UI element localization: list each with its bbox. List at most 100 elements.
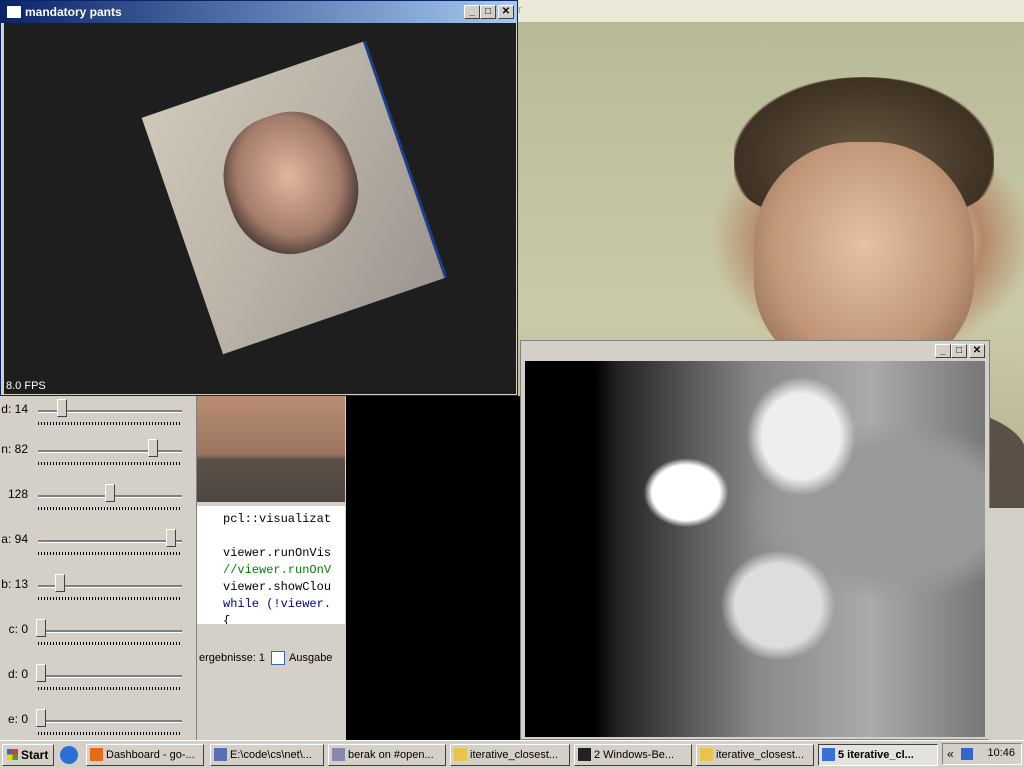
trackbar-ticks: [38, 642, 182, 645]
taskbar-task[interactable]: iterative_closest...: [450, 744, 570, 766]
trackbar-track[interactable]: [38, 450, 182, 453]
trackbar-ticks: [38, 507, 182, 510]
trackbar-ticks: [38, 552, 182, 555]
taskbar-task[interactable]: berak on #open...: [328, 744, 446, 766]
network-icon[interactable]: [961, 748, 973, 760]
trackbar-row: b: 13: [0, 571, 196, 616]
tab-results[interactable]: ergebnisse: 1: [199, 652, 265, 664]
trackbar-label: d: 14: [1, 402, 28, 416]
point-cloud-canvas[interactable]: 8.0 FPS: [4, 23, 516, 394]
taskbar-task[interactable]: 5 iterative_cl...: [818, 744, 938, 766]
trackbar-track[interactable]: [38, 720, 182, 723]
trackbar-ticks: [38, 732, 182, 735]
trackbar-track[interactable]: [38, 630, 182, 633]
minimize-button[interactable]: _: [464, 5, 480, 19]
trackbar-ticks: [38, 687, 182, 690]
trackbar-thumb[interactable]: [105, 484, 115, 502]
taskbar-task-label: Dashboard - go-...: [106, 749, 195, 761]
taskbar-task-label: E:\code\cs\net\...: [230, 749, 312, 761]
webcam-preview: [197, 396, 345, 502]
empty-desktop-area: [346, 396, 526, 740]
tray-expand-icon[interactable]: «: [947, 747, 954, 761]
pcl-window-title: mandatory pants: [25, 5, 122, 19]
taskbar-task[interactable]: Dashboard - go-...: [86, 744, 204, 766]
trackbar-row: n: 82: [0, 436, 196, 481]
output-tabs: ergebnisse: 1 Ausgabe: [197, 648, 345, 670]
close-button[interactable]: ✕: [969, 344, 985, 358]
taskbar-task[interactable]: 2 Windows-Be...: [574, 744, 692, 766]
trackbar-label: 128: [7, 487, 28, 501]
scrollbar[interactable]: [988, 508, 1024, 740]
maximize-button[interactable]: □: [480, 5, 496, 19]
trackbar-label: b: 13: [1, 577, 28, 591]
code-line: //viewer.runOnV: [223, 563, 332, 577]
trackbar-thumb[interactable]: [36, 709, 46, 727]
depth-map-image: [525, 361, 985, 737]
point-cloud: [141, 41, 445, 355]
webcam-face: [754, 142, 974, 372]
trackbar-ticks: [38, 597, 182, 600]
trackbar-label: e: 0: [7, 712, 28, 726]
trackbar-ticks: [38, 422, 182, 425]
trackbar-row: 128: [0, 481, 196, 526]
chat-icon: [332, 748, 345, 761]
pcl-viewer-window[interactable]: mandatory pants _ □ ✕ 8.0 FPS: [0, 0, 518, 396]
firefox-icon: [90, 748, 103, 761]
code-line: viewer.runOnVis: [223, 546, 332, 560]
taskbar-task-label: iterative_closest...: [470, 749, 559, 761]
code-line: pcl::visualizat: [223, 512, 332, 526]
taskbar-task-label: berak on #open...: [348, 749, 434, 761]
webcam-titlebar[interactable]: r: [516, 0, 1024, 22]
webcam-title: r: [518, 4, 522, 16]
trackbar-label: a: 94: [1, 532, 28, 546]
trackbar-row: d: 0: [0, 661, 196, 706]
window-icon: [822, 748, 835, 761]
trackbar-label: d: 0: [7, 667, 28, 681]
code-editor[interactable]: pcl::visualizatviewer.runOnVis//viewer.r…: [197, 506, 345, 624]
fps-counter: 8.0 FPS: [6, 380, 46, 392]
minimize-button[interactable]: _: [935, 344, 951, 358]
point-cloud-face: [206, 95, 376, 271]
browser-quicklaunch-icon[interactable]: [60, 746, 78, 764]
taskbar: Start Dashboard - go-... E:\code\cs\net\.…: [0, 740, 1024, 769]
trackbar-label: c: 0: [8, 622, 28, 636]
trackbar-row: a: 94: [0, 526, 196, 571]
trackbar-row: d: 14: [0, 396, 196, 441]
close-button[interactable]: ✕: [498, 5, 514, 19]
taskbar-task-label: 2 Windows-Be...: [594, 749, 675, 761]
start-button[interactable]: Start: [2, 744, 54, 766]
tab-output[interactable]: Ausgabe: [289, 652, 332, 664]
taskbar-task[interactable]: E:\code\cs\net\...: [210, 744, 324, 766]
maximize-button[interactable]: □: [951, 344, 967, 358]
taskbar-task[interactable]: iterative_closest...: [696, 744, 814, 766]
trackbar-track[interactable]: [38, 540, 182, 543]
taskbar-task-label: 5 iterative_cl...: [838, 749, 914, 761]
trackbar-thumb[interactable]: [36, 619, 46, 637]
trackbar-thumb[interactable]: [36, 664, 46, 682]
pcl-titlebar[interactable]: mandatory pants _ □ ✕: [1, 1, 517, 23]
trackbar-track[interactable]: [38, 675, 182, 678]
trackbar-panel: d: 14 n: 82 128 a: 94 b: 13 c: 0 d: 0 e: 0: [0, 396, 196, 740]
trackbar-thumb[interactable]: [148, 439, 158, 457]
trackbar-ticks: [38, 462, 182, 465]
code-line: while (!viewer.: [223, 597, 332, 611]
taskbar-task-label: iterative_closest...: [716, 749, 805, 761]
start-label: Start: [21, 748, 49, 762]
trackbar-thumb[interactable]: [57, 399, 67, 417]
folder-icon: [454, 748, 467, 761]
window-icon: [6, 5, 22, 19]
editor-strip: pcl::visualizatviewer.runOnVis//viewer.r…: [196, 396, 347, 740]
editor-icon: [214, 748, 227, 761]
code-line: viewer.showClou: [223, 580, 332, 594]
trackbar-thumb[interactable]: [166, 529, 176, 547]
depth-map-window[interactable]: _ □ ✕: [520, 340, 990, 740]
windows-logo-icon: [7, 749, 18, 760]
trackbar-thumb[interactable]: [55, 574, 65, 592]
system-tray: « 10:46: [942, 743, 1022, 765]
output-icon: [271, 651, 285, 665]
console-icon: [578, 748, 591, 761]
trackbar-label: n: 82: [1, 442, 28, 456]
code-line: {: [223, 614, 231, 624]
trackbar-row: c: 0: [0, 616, 196, 661]
folder-icon: [700, 748, 713, 761]
